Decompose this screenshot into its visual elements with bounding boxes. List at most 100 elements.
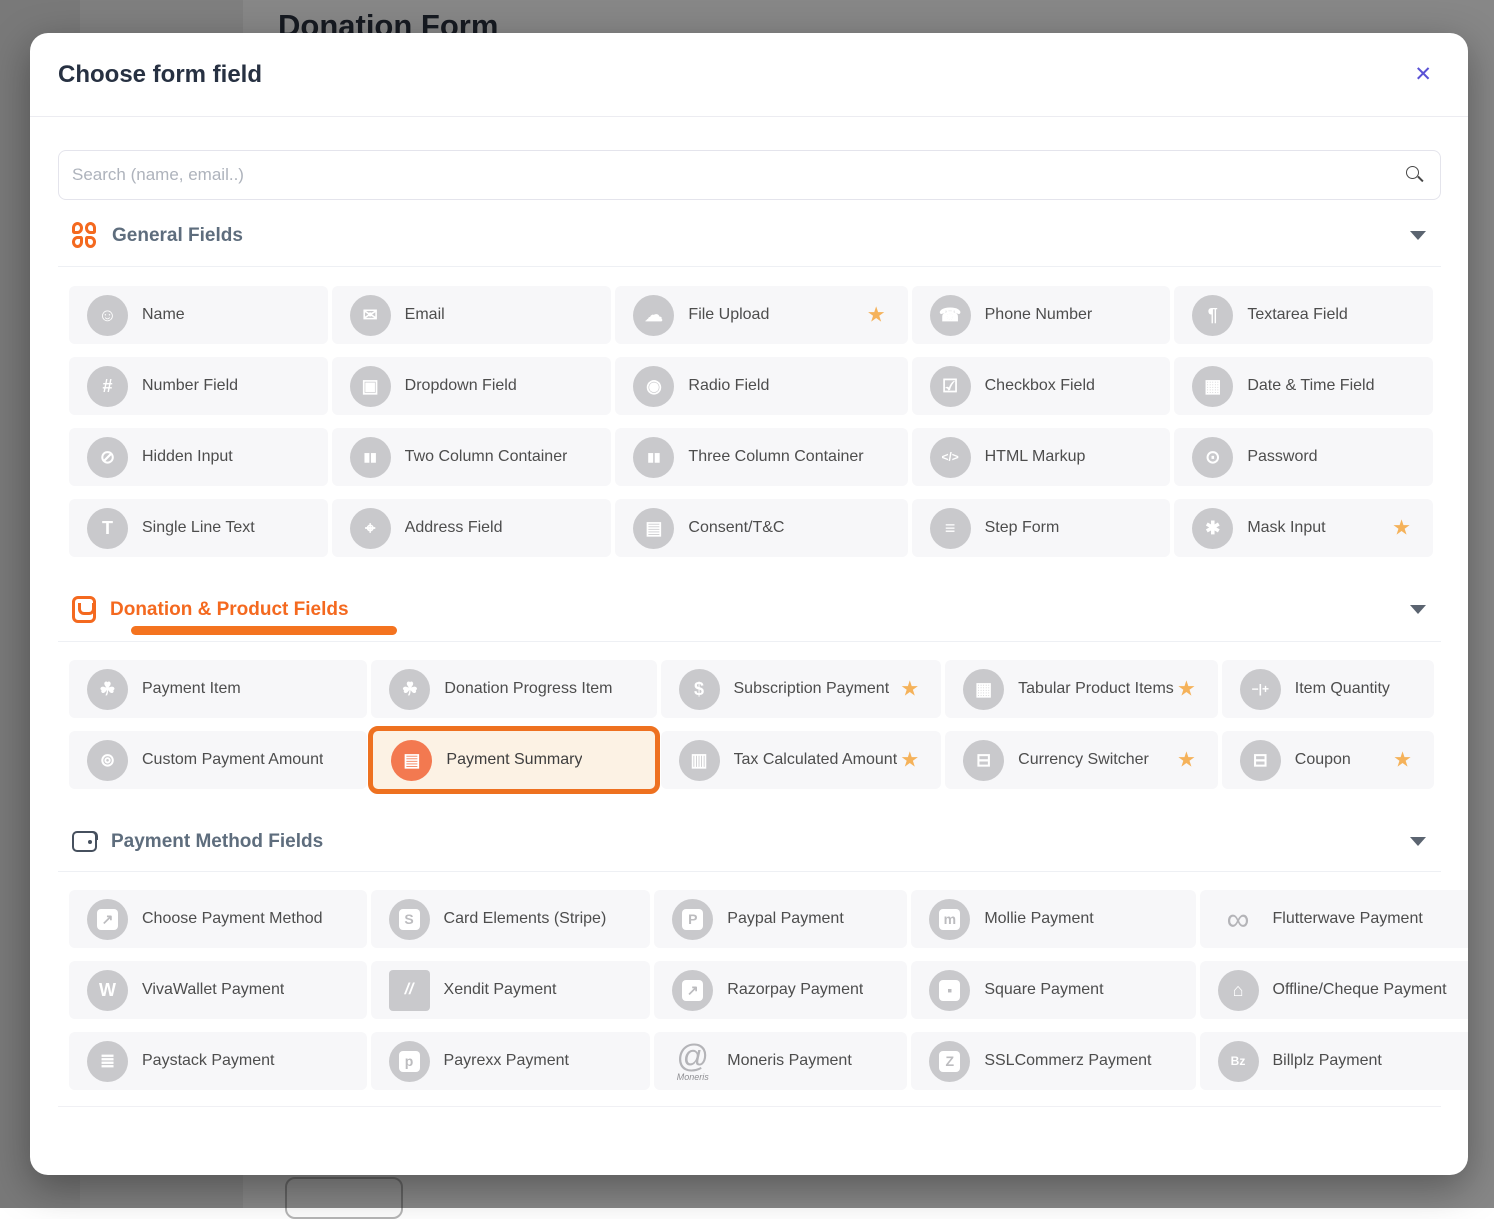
star-icon: ★: [1177, 677, 1196, 702]
field-item-donation-progress-item[interactable]: ☘Donation Progress Item: [371, 660, 656, 718]
field-item-label: Subscription Payment: [734, 680, 890, 698]
accent-underline: [131, 626, 397, 635]
field-item-label: Radio Field: [688, 377, 769, 395]
field-item-label: Offline/Cheque Payment: [1273, 981, 1447, 999]
field-item-mask-input[interactable]: ✱Mask Input★: [1174, 499, 1433, 557]
field-item-payment-item[interactable]: ☘Payment Item: [69, 660, 367, 718]
field-item-email[interactable]: ✉Email: [332, 286, 612, 344]
phone-icon: ☎: [930, 295, 971, 336]
field-item-label: File Upload: [688, 306, 769, 324]
section-header-general[interactable]: General Fields: [58, 205, 1441, 267]
clipboard-icon: ▤: [633, 508, 674, 549]
field-item-tax-calculated-amount[interactable]: ▥Tax Calculated Amount★: [661, 731, 942, 789]
field-sections: General Fields☺Name✉Email☁File Upload★☎P…: [58, 205, 1441, 1090]
razorpay-icon: ↗: [672, 970, 713, 1011]
field-item-date-time-field[interactable]: ▦Date & Time Field: [1174, 357, 1433, 415]
field-item-payrexx-payment[interactable]: pPayrexx Payment: [371, 1032, 651, 1090]
field-item-label: Dropdown Field: [405, 377, 517, 395]
field-item-currency-switcher[interactable]: ⊟Currency Switcher★: [945, 731, 1218, 789]
field-item-label: Date & Time Field: [1247, 377, 1374, 395]
field-item-offline-cheque-payment[interactable]: ⌂ Offline/Cheque Payment: [1200, 961, 1469, 1019]
field-item-dropdown-field[interactable]: ▣Dropdown Field: [332, 357, 612, 415]
envelope-icon: ✉: [350, 295, 391, 336]
field-item-payment-summary[interactable]: ▤ Payment Summary: [368, 726, 659, 794]
field-item-tabular-product-items[interactable]: ▦Tabular Product Items★: [945, 660, 1218, 718]
bank-icon: ⌂: [1218, 970, 1259, 1011]
field-item-label: SSLCommerz Payment: [984, 1052, 1151, 1070]
star-icon: ★: [867, 303, 886, 328]
field-item-radio-field[interactable]: ◉Radio Field: [615, 357, 907, 415]
sslcommerz-icon: Z: [929, 1041, 970, 1082]
field-item-card-elements-stripe[interactable]: SCard Elements (Stripe): [371, 890, 651, 948]
paragraph-icon: ¶: [1192, 295, 1233, 336]
field-item-number-field[interactable]: #Number Field: [69, 357, 328, 415]
search-bar: [58, 150, 1441, 200]
stripe-icon: S: [389, 899, 430, 940]
field-item-choose-payment-method[interactable]: ↗Choose Payment Method: [69, 890, 367, 948]
field-item-flutterwave-payment[interactable]: ∞Flutterwave Payment: [1200, 890, 1469, 948]
field-item-xendit-payment[interactable]: //Xendit Payment: [371, 961, 651, 1019]
field-item-step-form[interactable]: ≡Step Form: [912, 499, 1171, 557]
field-item-checkbox-field[interactable]: ☑Checkbox Field: [912, 357, 1171, 415]
field-item-label: Paystack Payment: [142, 1052, 275, 1070]
moneris-icon: @Moneris: [672, 1040, 713, 1082]
star-icon: ★: [900, 748, 919, 773]
field-item-three-column-container[interactable]: ▮▮Three Column Container: [615, 428, 907, 486]
section-header-payment[interactable]: Payment Method Fields: [58, 812, 1441, 872]
field-item-password[interactable]: ⊙Password: [1174, 428, 1433, 486]
field-item-label: Moneris Payment: [727, 1052, 852, 1070]
field-item-item-quantity[interactable]: −|+Item Quantity: [1222, 660, 1434, 718]
field-item-textarea-field[interactable]: ¶Textarea Field: [1174, 286, 1433, 344]
chevron-down-icon[interactable]: [1410, 605, 1426, 614]
field-item-mollie-payment[interactable]: mMollie Payment: [911, 890, 1195, 948]
modal-body: General Fields☺Name✉Email☁File Upload★☎P…: [30, 150, 1468, 1107]
field-item-file-upload[interactable]: ☁File Upload★: [615, 286, 907, 344]
field-item-label: Tabular Product Items: [1018, 680, 1174, 698]
modal-header: Choose form field ✕: [30, 33, 1468, 117]
three-column-icon: ▮▮: [633, 437, 674, 478]
close-icon[interactable]: ✕: [1410, 60, 1436, 89]
field-item-moneris-payment[interactable]: @Moneris Moneris Payment: [654, 1032, 907, 1090]
sprout-icon: ☘: [389, 669, 430, 710]
field-item-paypal-payment[interactable]: PPaypal Payment: [654, 890, 907, 948]
star-icon: ★: [900, 677, 919, 702]
field-item-coupon[interactable]: ⊟Coupon★: [1222, 731, 1434, 789]
search-input[interactable]: [58, 150, 1441, 200]
receipt-icon: ▤: [391, 740, 432, 781]
sprout-icon: ☘: [87, 669, 128, 710]
field-item-subscription-payment[interactable]: $ Subscription Payment ★: [661, 660, 942, 718]
field-item-name[interactable]: ☺Name: [69, 286, 328, 344]
field-item-hidden-input[interactable]: ⊘Hidden Input: [69, 428, 328, 486]
field-item-label: VivaWallet Payment: [142, 981, 284, 999]
field-item-custom-payment-amount[interactable]: ⊚Custom Payment Amount: [69, 731, 367, 789]
coupon-ticket-icon: ⊟: [1240, 740, 1281, 781]
field-item-label: Phone Number: [985, 306, 1093, 324]
field-item-label: Choose Payment Method: [142, 910, 323, 928]
field-item-vivawallet-payment[interactable]: WVivaWallet Payment: [69, 961, 367, 1019]
field-item-address-field[interactable]: ⌖Address Field: [332, 499, 612, 557]
field-item-razorpay-payment[interactable]: ↗Razorpay Payment: [654, 961, 907, 1019]
field-item-consent-t-c[interactable]: ▤Consent/T&C: [615, 499, 907, 557]
field-item-label: Square Payment: [984, 981, 1103, 999]
field-item-two-column-container[interactable]: ▮▮Two Column Container: [332, 428, 612, 486]
field-item-single-line-text[interactable]: T Single Line Text: [69, 499, 328, 557]
field-item-sslcommerz-payment[interactable]: Z SSLCommerz Payment: [911, 1032, 1195, 1090]
field-item-paystack-payment[interactable]: ≣Paystack Payment: [69, 1032, 367, 1090]
field-item-label: Payment Summary: [446, 751, 582, 769]
field-item-label: Checkbox Field: [985, 377, 1095, 395]
document-icon: ▥: [679, 740, 720, 781]
field-item-billplz-payment[interactable]: BzBillplz Payment: [1200, 1032, 1469, 1090]
text-cursor-icon: T: [87, 508, 128, 549]
field-item-label: Custom Payment Amount: [142, 751, 323, 769]
field-item-label: Single Line Text: [142, 519, 255, 537]
field-item-label: Mollie Payment: [984, 910, 1093, 928]
dollar-circle-icon: $: [679, 669, 720, 710]
chevron-down-icon[interactable]: [1410, 837, 1426, 846]
field-item-label: Hidden Input: [142, 448, 233, 466]
chevron-down-icon[interactable]: [1410, 231, 1426, 240]
field-item-phone-number[interactable]: ☎ Phone Number: [912, 286, 1171, 344]
section-header-donation[interactable]: Donation & Product Fields: [58, 578, 1441, 642]
field-item-html-markup[interactable]: </>HTML Markup: [912, 428, 1171, 486]
field-grid-donation: ☘Payment Item☘Donation Progress Item $ Sub…: [69, 660, 1433, 789]
field-item-square-payment[interactable]: ▪Square Payment: [911, 961, 1195, 1019]
